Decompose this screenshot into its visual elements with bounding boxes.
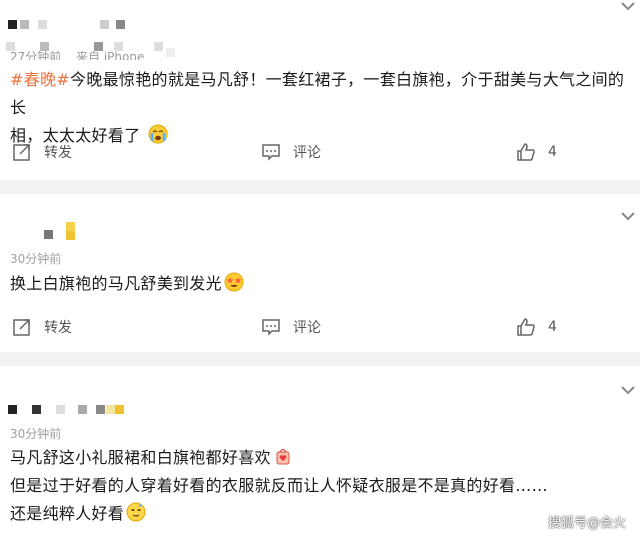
- post-source: 来自 iPhone: [76, 50, 145, 60]
- thumbs-up-icon: [517, 318, 535, 336]
- post-actions: 转发 评论 4: [0, 315, 640, 339]
- post-body: 马凡舒这小礼服裙和白旗袍都好喜欢 但是过于好看的人穿着好看的衣服就反而让人怀疑衣…: [10, 444, 626, 528]
- chevron-down-icon[interactable]: [616, 378, 640, 402]
- comment-icon: [262, 319, 280, 336]
- post-text: 换上白旗袍的马凡舒美到发光: [10, 274, 222, 293]
- post-body: 换上白旗袍的马凡舒美到发光: [10, 270, 626, 298]
- comment-label: 评论: [293, 145, 321, 161]
- post-actions: 转发 评论 4: [0, 140, 640, 164]
- repost-label: 转发: [44, 145, 72, 161]
- post-time: 30分钟前: [10, 427, 62, 441]
- post-meta: 27分钟前 来自 iPhone: [6, 42, 176, 60]
- separator: [0, 180, 640, 194]
- repost-button[interactable]: 转发: [12, 140, 72, 164]
- watermark: 搜狐号@会火: [547, 516, 626, 531]
- separator: [0, 352, 640, 366]
- comment-icon: [262, 144, 280, 161]
- post-body: #春晚#今晚最惊艳的就是马凡舒！一套红裙子，一套白旗袍，介于甜美与大气之间的长 …: [10, 66, 626, 150]
- repost-icon: [13, 319, 30, 336]
- post-3: 30分钟前 马凡舒这小礼服裙和白旗袍都好喜欢 但是过于好看的人穿着好看的衣服就反…: [0, 366, 640, 539]
- chevron-down-icon[interactable]: [616, 204, 640, 228]
- repost-icon: [13, 144, 30, 161]
- like-button[interactable]: 4: [516, 315, 557, 339]
- heart-bag-sticker: [276, 448, 290, 465]
- post-text-line1: 马凡舒这小礼服裙和白旗袍都好喜欢: [10, 448, 271, 467]
- post-1: 27分钟前 来自 iPhone #春晚#今晚最惊艳的就是马凡舒！一套红裙子，一套…: [0, 0, 640, 180]
- repost-label: 转发: [44, 320, 72, 336]
- hashtag-link[interactable]: #春晚#: [10, 70, 70, 89]
- like-count: 4: [548, 319, 557, 335]
- like-count: 4: [548, 144, 557, 160]
- repost-button[interactable]: 转发: [12, 315, 72, 339]
- comment-label: 评论: [293, 320, 321, 336]
- post-text-line3: 还是纯粹人好看: [10, 504, 125, 523]
- post-2: 30分钟前 换上白旗袍的马凡舒美到发光 转发 评论 4: [0, 194, 640, 352]
- comment-button[interactable]: 评论: [261, 140, 321, 164]
- thumbs-up-icon: [517, 143, 535, 161]
- like-button[interactable]: 4: [516, 140, 557, 164]
- post-time: 30分钟前: [10, 252, 62, 266]
- chevron-down-icon[interactable]: [616, 0, 640, 18]
- post-text-line1: 今晚最惊艳的就是马凡舒！一套红裙子，一套白旗袍，介于甜美与大气之间的长: [10, 70, 625, 117]
- smirk-face-emoji: [126, 502, 146, 522]
- star-struck-face-emoji: [224, 272, 244, 292]
- post-time: 27分钟前: [10, 50, 62, 60]
- post-text-line2: 但是过于好看的人穿着好看的衣服就反而让人怀疑衣服是不是真的好看……: [10, 476, 548, 495]
- comment-button[interactable]: 评论: [261, 315, 321, 339]
